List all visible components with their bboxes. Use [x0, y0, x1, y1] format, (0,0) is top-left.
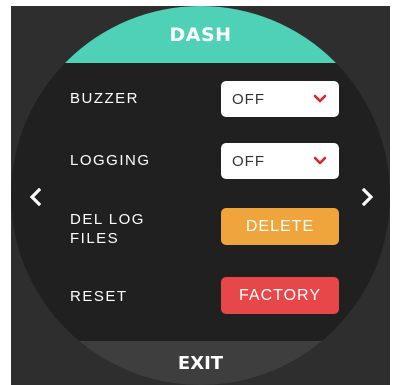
factory-reset-button[interactable]: FACTORY — [221, 277, 339, 314]
app-frame: DASH BUZZER OFF LOGGING OFF DEL LOG FILE… — [0, 0, 401, 385]
logging-row: LOGGING OFF — [11, 141, 390, 181]
exit-button[interactable]: EXIT — [11, 341, 390, 385]
chevron-down-icon — [313, 156, 327, 165]
exit-label: EXIT — [177, 352, 224, 374]
prev-page-button[interactable] — [25, 182, 45, 212]
delete-button[interactable]: DELETE — [221, 208, 339, 245]
buzzer-label: BUZZER — [70, 90, 139, 107]
page-title: DASH — [169, 23, 232, 46]
buzzer-select[interactable]: OFF — [221, 81, 339, 117]
chevron-right-icon — [362, 188, 374, 206]
factory-button-label: FACTORY — [239, 286, 321, 304]
logging-label: LOGGING — [70, 152, 151, 169]
delete-button-label: DELETE — [245, 217, 315, 235]
reset-label: RESET — [70, 288, 128, 305]
chevron-down-icon — [313, 94, 327, 103]
buzzer-row: BUZZER OFF — [11, 79, 390, 119]
header-bar: DASH — [11, 6, 390, 63]
logging-select[interactable]: OFF — [221, 143, 339, 179]
buzzer-value: OFF — [232, 90, 265, 108]
device-screen: DASH BUZZER OFF LOGGING OFF DEL LOG FILE… — [11, 6, 390, 385]
del-log-row: DEL LOG FILES DELETE — [11, 208, 390, 252]
logging-value: OFF — [232, 152, 265, 170]
next-page-button[interactable] — [358, 182, 378, 212]
reset-row: RESET FACTORY — [11, 276, 390, 316]
del-log-label-line1: DEL LOG — [70, 211, 145, 228]
round-display: DASH BUZZER OFF LOGGING OFF DEL LOG FILE… — [11, 6, 390, 385]
chevron-left-icon — [29, 188, 41, 206]
del-log-label-line2: FILES — [70, 230, 120, 247]
